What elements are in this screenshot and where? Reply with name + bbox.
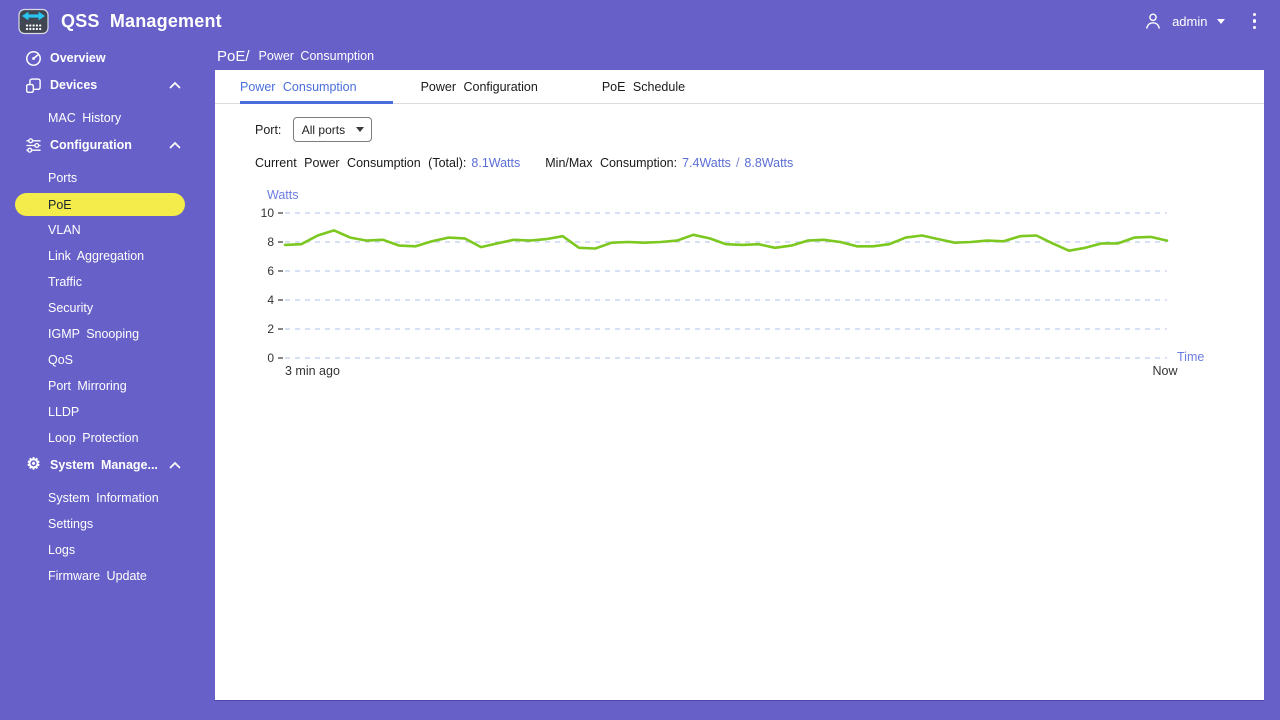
chevron-down-icon — [356, 127, 365, 132]
sidebar-item-label: IGMP Snooping — [48, 327, 140, 341]
consumption-chart-svg: 0 2 4 6 8 10 — [261, 206, 1169, 365]
switch-logo-icon — [18, 7, 49, 35]
gear-icon: ⚙ — [26, 456, 41, 473]
gauge-icon — [24, 49, 43, 67]
brand: QSS Management — [18, 7, 222, 35]
sidebar-item-label: Devices — [50, 78, 98, 92]
sidebar-item-label: Port Mirroring — [48, 379, 127, 393]
current-consumption-label: Current Power Consumption (Total): — [255, 156, 467, 170]
chevron-up-icon — [169, 461, 181, 469]
breadcrumb-page: Power Consumption — [258, 49, 375, 63]
sidebar-item-poe[interactable]: PoE — [15, 193, 185, 216]
sidebar-nav: Overview Devices MAC History Configurati… — [0, 42, 215, 720]
sidebar-item-ports[interactable]: Ports — [0, 165, 215, 191]
sidebar-item-label: PoE — [48, 197, 72, 212]
sidebar-item-logs[interactable]: Logs — [0, 537, 215, 563]
sidebar-item-label: Loop Protection — [48, 431, 139, 445]
tab-label: Power Configuration — [420, 79, 538, 94]
tab-label: Power Consumption — [240, 79, 357, 94]
svg-text:10: 10 — [261, 206, 275, 220]
app-header: QSS Management admin — [0, 0, 1280, 42]
breadcrumb: PoE/ Power Consumption — [215, 42, 1264, 70]
sidebar-item-loop-protection[interactable]: Loop Protection — [0, 425, 215, 451]
sidebar-item-port-mirroring[interactable]: Port Mirroring — [0, 373, 215, 399]
sidebar-item-mac-history[interactable]: MAC History — [0, 105, 215, 131]
sidebar-item-label: Link Aggregation — [48, 249, 145, 263]
breadcrumb-section: PoE/ — [217, 47, 250, 65]
svg-text:8: 8 — [267, 235, 274, 249]
tab-poe-schedule[interactable]: PoE Schedule — [602, 70, 721, 103]
sidebar-item-system-information[interactable]: System Information — [0, 485, 215, 511]
port-filter-row: Port: All ports — [255, 117, 373, 142]
sidebar-item-label: LLDP — [48, 405, 80, 419]
y-axis-label: Watts — [267, 188, 299, 202]
kebab-menu-button[interactable] — [1247, 11, 1263, 32]
port-select[interactable]: All ports — [293, 117, 373, 142]
sidebar-item-label: Traffic — [48, 275, 83, 289]
person-icon — [1143, 11, 1163, 31]
devices-icon — [24, 76, 43, 94]
svg-text:2: 2 — [267, 322, 274, 336]
svg-text:0: 0 — [267, 351, 274, 365]
x-axis-label: Time — [1177, 350, 1205, 364]
user-area: admin — [1143, 11, 1262, 32]
sidebar-item-overview[interactable]: Overview — [0, 45, 215, 71]
sidebar-item-label: MAC History — [48, 111, 122, 125]
tab-power-configuration[interactable]: Power Configuration — [421, 70, 574, 103]
consumption-stats: Current Power Consumption (Total): 8.1Wa… — [255, 156, 793, 170]
sidebar-item-label: Security — [48, 301, 94, 315]
sidebar-item-vlan[interactable]: VLAN — [0, 217, 215, 243]
svg-text:6: 6 — [267, 264, 274, 278]
minmax-consumption-label: Min/Max Consumption: — [545, 156, 678, 170]
sidebar-item-label: Ports — [48, 171, 78, 185]
sidebar-item-label: Overview — [50, 51, 106, 65]
current-consumption-value: 8.1Watts — [471, 156, 521, 170]
x-axis-end-label: Now — [1152, 364, 1178, 378]
sidebar-item-qos[interactable]: QoS — [0, 347, 215, 373]
sidebar-item-system-management[interactable]: ⚙ System Manage... — [0, 452, 215, 478]
sidebar-item-label: Logs — [48, 543, 76, 557]
sidebar-item-configuration[interactable]: Configuration — [0, 132, 215, 158]
sidebar-item-link-aggregation[interactable]: Link Aggregation — [0, 243, 215, 269]
sidebar-item-label: QoS — [48, 353, 74, 367]
sidebar-item-devices[interactable]: Devices — [0, 72, 215, 98]
sidebar-item-security[interactable]: Security — [0, 295, 215, 321]
sidebar-item-lldp[interactable]: LLDP — [0, 399, 215, 425]
port-label: Port: — [255, 122, 282, 137]
power-consumption-chart: Watts 0 2 4 6 8 10 3 min ago Now Time — [215, 188, 1264, 398]
admin-menu[interactable]: admin — [1143, 11, 1225, 31]
sliders-icon — [24, 136, 43, 154]
app-title: QSS Management — [61, 10, 222, 31]
sidebar-item-igmp-snooping[interactable]: IGMP Snooping — [0, 321, 215, 347]
tab-power-consumption[interactable]: Power Consumption — [240, 70, 393, 104]
max-consumption-value: 8.8Watts — [744, 156, 794, 170]
sidebar-item-firmware-update[interactable]: Firmware Update — [0, 563, 215, 589]
minmax-separator: / — [735, 156, 740, 170]
tab-label: PoE Schedule — [601, 79, 686, 94]
min-consumption-value: 7.4Watts — [682, 156, 731, 170]
sidebar-item-label: System Manage... — [50, 458, 158, 472]
sidebar-item-settings[interactable]: Settings — [0, 511, 215, 537]
chevron-up-icon — [169, 141, 181, 149]
x-axis-start-label: 3 min ago — [285, 364, 340, 378]
sidebar-item-label: System Information — [48, 491, 159, 505]
admin-username: admin — [1172, 13, 1208, 29]
sidebar-item-label: Firmware Update — [48, 569, 147, 583]
tab-bar: Power Consumption Power Configuration Po… — [215, 70, 1264, 104]
sidebar-item-label: VLAN — [48, 223, 81, 237]
svg-text:4: 4 — [267, 293, 274, 307]
sidebar-item-label: Settings — [48, 517, 94, 531]
content-panel: Power Consumption Power Configuration Po… — [215, 70, 1264, 700]
chevron-up-icon — [169, 81, 181, 89]
port-select-value: All ports — [301, 122, 346, 137]
sidebar-item-label: Configuration — [50, 138, 132, 152]
sidebar-item-traffic[interactable]: Traffic — [0, 269, 215, 295]
chevron-down-icon — [1216, 18, 1225, 24]
